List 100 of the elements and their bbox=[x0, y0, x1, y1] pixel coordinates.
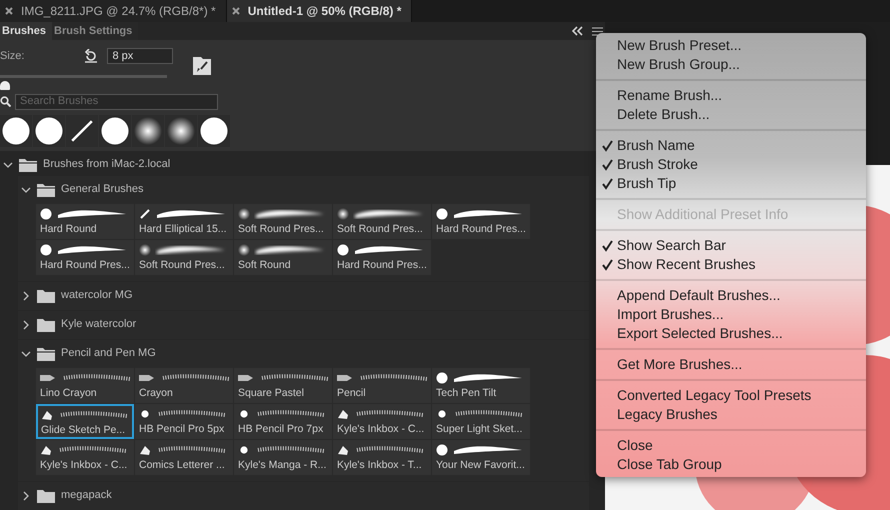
menu-item[interactable]: Get More Brushes... bbox=[596, 355, 866, 374]
menu-item[interactable]: Close Tab Group bbox=[596, 455, 866, 474]
brush-preset[interactable]: Soft Round Pres... bbox=[135, 240, 233, 274]
brush-tip-icon bbox=[40, 208, 52, 220]
brush-tip-icon bbox=[139, 208, 151, 220]
check-icon bbox=[602, 240, 613, 252]
brush-name: Tech Pen Tilt bbox=[436, 386, 498, 400]
recent-brush[interactable] bbox=[132, 114, 164, 146]
menu-item[interactable]: Import Brushes... bbox=[596, 305, 866, 324]
brush-tip-icon bbox=[337, 408, 349, 420]
menu-item[interactable]: Append Default Brushes... bbox=[596, 286, 866, 305]
chevron-down-icon[interactable] bbox=[3, 160, 13, 170]
brush-preset[interactable]: Lino Crayon bbox=[36, 368, 134, 402]
brush-preset[interactable]: Your New Favorit... bbox=[432, 440, 530, 474]
brush-preset[interactable]: Hard Round bbox=[36, 204, 134, 238]
brush-preset[interactable]: Soft Round Pres... bbox=[333, 204, 431, 238]
brush-tip-icon bbox=[238, 444, 250, 456]
brush-preset[interactable]: Hard Elliptical 15... bbox=[135, 204, 233, 238]
brush-preset[interactable]: Pencil bbox=[333, 368, 431, 402]
brush-preset[interactable]: Hard Round Pres... bbox=[333, 240, 431, 274]
menu-item[interactable]: Export Selected Brushes... bbox=[596, 324, 866, 343]
collapse-icon[interactable] bbox=[572, 26, 584, 36]
brush-name: Kyle's Inkbox - C... bbox=[40, 458, 128, 472]
folder-icon bbox=[37, 182, 55, 196]
menu-item[interactable]: Converted Legacy Tool Presets bbox=[596, 386, 866, 405]
menu-item[interactable]: Brush Tip bbox=[596, 174, 866, 193]
menu-item[interactable]: Rename Brush... bbox=[596, 86, 866, 105]
chevron-down-icon[interactable] bbox=[21, 184, 31, 194]
group-name[interactable]: megapack bbox=[61, 487, 112, 504]
brush-name: Hard Elliptical 15... bbox=[139, 222, 228, 236]
brush-preset[interactable]: Hard Round Pres... bbox=[36, 240, 134, 274]
brush-name: Kyle's Manga - R... bbox=[238, 458, 328, 472]
brush-tip-icon bbox=[436, 372, 448, 384]
reset-icon[interactable] bbox=[84, 49, 98, 64]
brush-preset[interactable]: HB Pencil Pro 5px bbox=[135, 404, 233, 438]
panel-tab[interactable]: Brushes bbox=[0, 22, 52, 40]
group-name[interactable]: watercolor MG bbox=[61, 287, 133, 304]
recent-brush[interactable] bbox=[0, 114, 32, 146]
brush-tip-icon bbox=[40, 244, 52, 256]
brush-tip-icon bbox=[35, 116, 63, 144]
chevron-right-icon[interactable] bbox=[21, 490, 31, 500]
menu-item[interactable]: New Brush Preset... bbox=[596, 36, 866, 55]
brush-name: Glide Sketch Pe... bbox=[41, 422, 126, 438]
brush-preset[interactable]: Kyle's Inkbox - C... bbox=[333, 404, 431, 438]
folder-icon bbox=[37, 346, 55, 360]
menu-item[interactable]: New Brush Group... bbox=[596, 55, 866, 74]
group-name[interactable]: Brushes from iMac-2.local bbox=[43, 156, 170, 173]
brush-name: Comics Letterer ... bbox=[139, 458, 226, 472]
recent-brush[interactable] bbox=[165, 114, 197, 146]
menu-item[interactable]: Show Recent Brushes bbox=[596, 255, 866, 274]
menu-item[interactable]: Brush Name bbox=[596, 136, 866, 155]
group-name[interactable]: Kyle watercolor bbox=[61, 316, 136, 333]
brush-preset[interactable]: Kyle's Manga - R... bbox=[234, 440, 332, 474]
folder-icon bbox=[37, 488, 55, 502]
search-field[interactable]: Search Brushes bbox=[15, 94, 218, 110]
recent-brush[interactable] bbox=[33, 114, 65, 146]
chevron-down-icon[interactable] bbox=[21, 348, 31, 358]
brush-tip-icon bbox=[139, 408, 151, 420]
brush-name: Crayon bbox=[139, 386, 174, 400]
brush-tip-icon bbox=[238, 244, 250, 256]
brush-preset[interactable]: Kyle's Inkbox - T... bbox=[333, 440, 431, 474]
brush-preset[interactable]: Comics Letterer ... bbox=[135, 440, 233, 474]
document-tab[interactable]: IMG_8211.JPG @ 24.7% (RGB/8*) * bbox=[0, 0, 227, 22]
slider-thumb[interactable] bbox=[0, 80, 10, 90]
chevron-right-icon[interactable] bbox=[21, 320, 31, 330]
close-icon[interactable] bbox=[232, 7, 240, 15]
brush-preset[interactable]: HB Pencil Pro 7px bbox=[234, 404, 332, 438]
brush-preset[interactable]: Crayon bbox=[135, 368, 233, 402]
brush-preset[interactable]: Tech Pen Tilt bbox=[432, 368, 530, 402]
size-field[interactable]: 8 px bbox=[107, 48, 174, 64]
folder-icon bbox=[37, 318, 55, 332]
brush-tip-icon bbox=[41, 408, 53, 420]
brush-tip-icon bbox=[139, 244, 151, 256]
document-tab[interactable]: Untitled-1 @ 50% (RGB/8) * bbox=[226, 0, 412, 22]
recent-brush[interactable] bbox=[66, 114, 98, 146]
group-name[interactable]: Pencil and Pen MG bbox=[61, 345, 156, 362]
check-icon bbox=[602, 178, 613, 190]
chevron-right-icon[interactable] bbox=[21, 290, 31, 300]
group-name[interactable]: General Brushes bbox=[61, 181, 144, 198]
brush-name: Your New Favorit... bbox=[436, 458, 526, 472]
brush-tip-icon bbox=[134, 116, 162, 144]
brush-folder-icon[interactable] bbox=[193, 57, 212, 75]
brush-preset[interactable]: Kyle's Inkbox - C... bbox=[36, 440, 134, 474]
brush-name: Soft Round Pres... bbox=[337, 222, 424, 236]
menu-item[interactable]: Brush Stroke bbox=[596, 155, 866, 174]
close-icon[interactable] bbox=[5, 7, 13, 15]
recent-brush[interactable] bbox=[198, 114, 230, 146]
menu-item[interactable]: Show Search Bar bbox=[596, 236, 866, 255]
brush-preset[interactable]: Super Light Sket... bbox=[432, 404, 530, 438]
brush-preset[interactable]: Glide Sketch Pe... bbox=[36, 404, 134, 438]
menu-item[interactable]: Delete Brush... bbox=[596, 105, 866, 124]
brush-preset[interactable]: Hard Round Pres... bbox=[432, 204, 530, 238]
brush-name: HB Pencil Pro 5px bbox=[139, 422, 226, 436]
brush-tip-icon bbox=[337, 244, 349, 256]
recent-brush[interactable] bbox=[99, 114, 131, 146]
brush-preset[interactable]: Soft Round bbox=[234, 240, 332, 274]
brush-preset[interactable]: Square Pastel bbox=[234, 368, 332, 402]
menu-item[interactable]: Legacy Brushes bbox=[596, 405, 866, 424]
menu-item[interactable]: Close bbox=[596, 436, 866, 455]
brush-preset[interactable]: Soft Round Pres... bbox=[234, 204, 332, 238]
